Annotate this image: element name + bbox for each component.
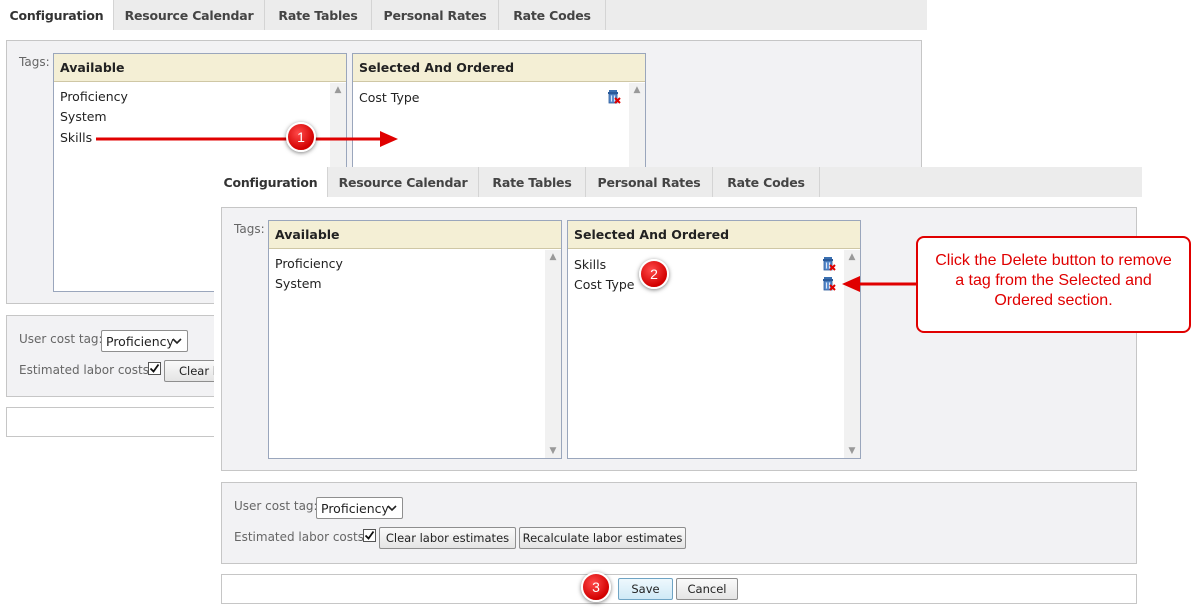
tab-bar-before: Configuration Resource Calendar Rate Tab… (0, 0, 927, 30)
chevron-down-icon (387, 505, 397, 512)
user-cost-tag-value: Proficiency (321, 501, 389, 516)
list-item[interactable]: Cost Type (574, 277, 634, 292)
step-1-marker: 1 (286, 122, 316, 152)
tab-personal-rates[interactable]: Personal Rates (372, 0, 499, 30)
user-cost-tag-label: User cost tag: (19, 332, 103, 346)
list-item[interactable]: Cost Type (359, 90, 419, 105)
selected-list-before[interactable]: Selected And Ordered Cost Type ▲ (352, 53, 646, 173)
selected-list-after[interactable]: Selected And Ordered Skills Cost Type ▲ … (567, 220, 861, 459)
list-item[interactable]: Proficiency (60, 89, 128, 104)
scrollbar[interactable]: ▲ (629, 83, 645, 172)
settings-panel-after (221, 482, 1137, 564)
estimated-labor-checkbox[interactable] (148, 362, 161, 375)
user-cost-tag-select[interactable]: Proficiency (316, 497, 403, 519)
list-item[interactable]: Proficiency (275, 256, 343, 271)
list-item[interactable]: Skills (574, 257, 606, 272)
step-3-marker: 3 (581, 572, 611, 602)
scroll-down-icon[interactable]: ▼ (844, 444, 860, 458)
tab-bar-after: Configuration Resource Calendar Rate Tab… (214, 167, 1142, 197)
delete-instruction-callout: Click the Delete button to remove a tag … (916, 236, 1191, 333)
tags-label: Tags: (19, 55, 50, 69)
list-item[interactable]: Skills (60, 130, 92, 145)
user-cost-tag-label: User cost tag: (234, 499, 318, 513)
tab-rate-tables[interactable]: Rate Tables (479, 167, 586, 197)
estimated-labor-checkbox[interactable] (363, 529, 376, 542)
tab-personal-rates[interactable]: Personal Rates (586, 167, 713, 197)
tab-resource-calendar[interactable]: Resource Calendar (328, 167, 479, 197)
tab-rate-tables[interactable]: Rate Tables (265, 0, 372, 30)
tab-rate-codes[interactable]: Rate Codes (713, 167, 820, 197)
selected-header: Selected And Ordered (353, 54, 645, 82)
scroll-down-icon[interactable]: ▼ (545, 444, 561, 458)
user-cost-tag-select[interactable]: Proficiency (101, 330, 188, 352)
checkmark-icon (149, 363, 160, 373)
tags-label: Tags: (234, 222, 265, 236)
cancel-button[interactable]: Cancel (676, 578, 738, 600)
tab-rate-codes[interactable]: Rate Codes (499, 0, 606, 30)
available-header: Available (269, 221, 561, 249)
save-button[interactable]: Save (618, 578, 673, 600)
selected-header: Selected And Ordered (568, 221, 860, 249)
checkmark-icon (364, 530, 375, 540)
tab-configuration[interactable]: Configuration (0, 0, 114, 30)
estimated-labor-label: Estimated labor costs: (19, 363, 154, 377)
estimated-labor-label: Estimated labor costs: (234, 530, 369, 544)
scrollbar[interactable]: ▲ ▼ (844, 250, 860, 458)
recalculate-labor-estimates-button[interactable]: Recalculate labor estimates (519, 527, 686, 549)
clear-labor-estimates-button[interactable]: Clear labor estimates (379, 527, 516, 549)
list-item[interactable]: System (275, 276, 322, 291)
trash-delete-icon[interactable] (822, 276, 836, 291)
scrollbar[interactable]: ▲ ▼ (545, 250, 561, 458)
list-item[interactable]: System (60, 109, 107, 124)
scroll-up-icon[interactable]: ▲ (629, 83, 645, 97)
tab-resource-calendar[interactable]: Resource Calendar (114, 0, 265, 30)
scroll-up-icon[interactable]: ▲ (330, 83, 346, 97)
chevron-down-icon (172, 338, 182, 345)
step-2-marker: 2 (639, 259, 669, 289)
tab-configuration[interactable]: Configuration (214, 167, 328, 197)
available-list-after[interactable]: Available Proficiency System ▲ ▼ (268, 220, 562, 459)
user-cost-tag-value: Proficiency (106, 334, 174, 349)
scroll-up-icon[interactable]: ▲ (545, 250, 561, 264)
scroll-up-icon[interactable]: ▲ (844, 250, 860, 264)
trash-delete-icon[interactable] (607, 89, 621, 104)
trash-delete-icon[interactable] (822, 256, 836, 271)
available-header: Available (54, 54, 346, 82)
